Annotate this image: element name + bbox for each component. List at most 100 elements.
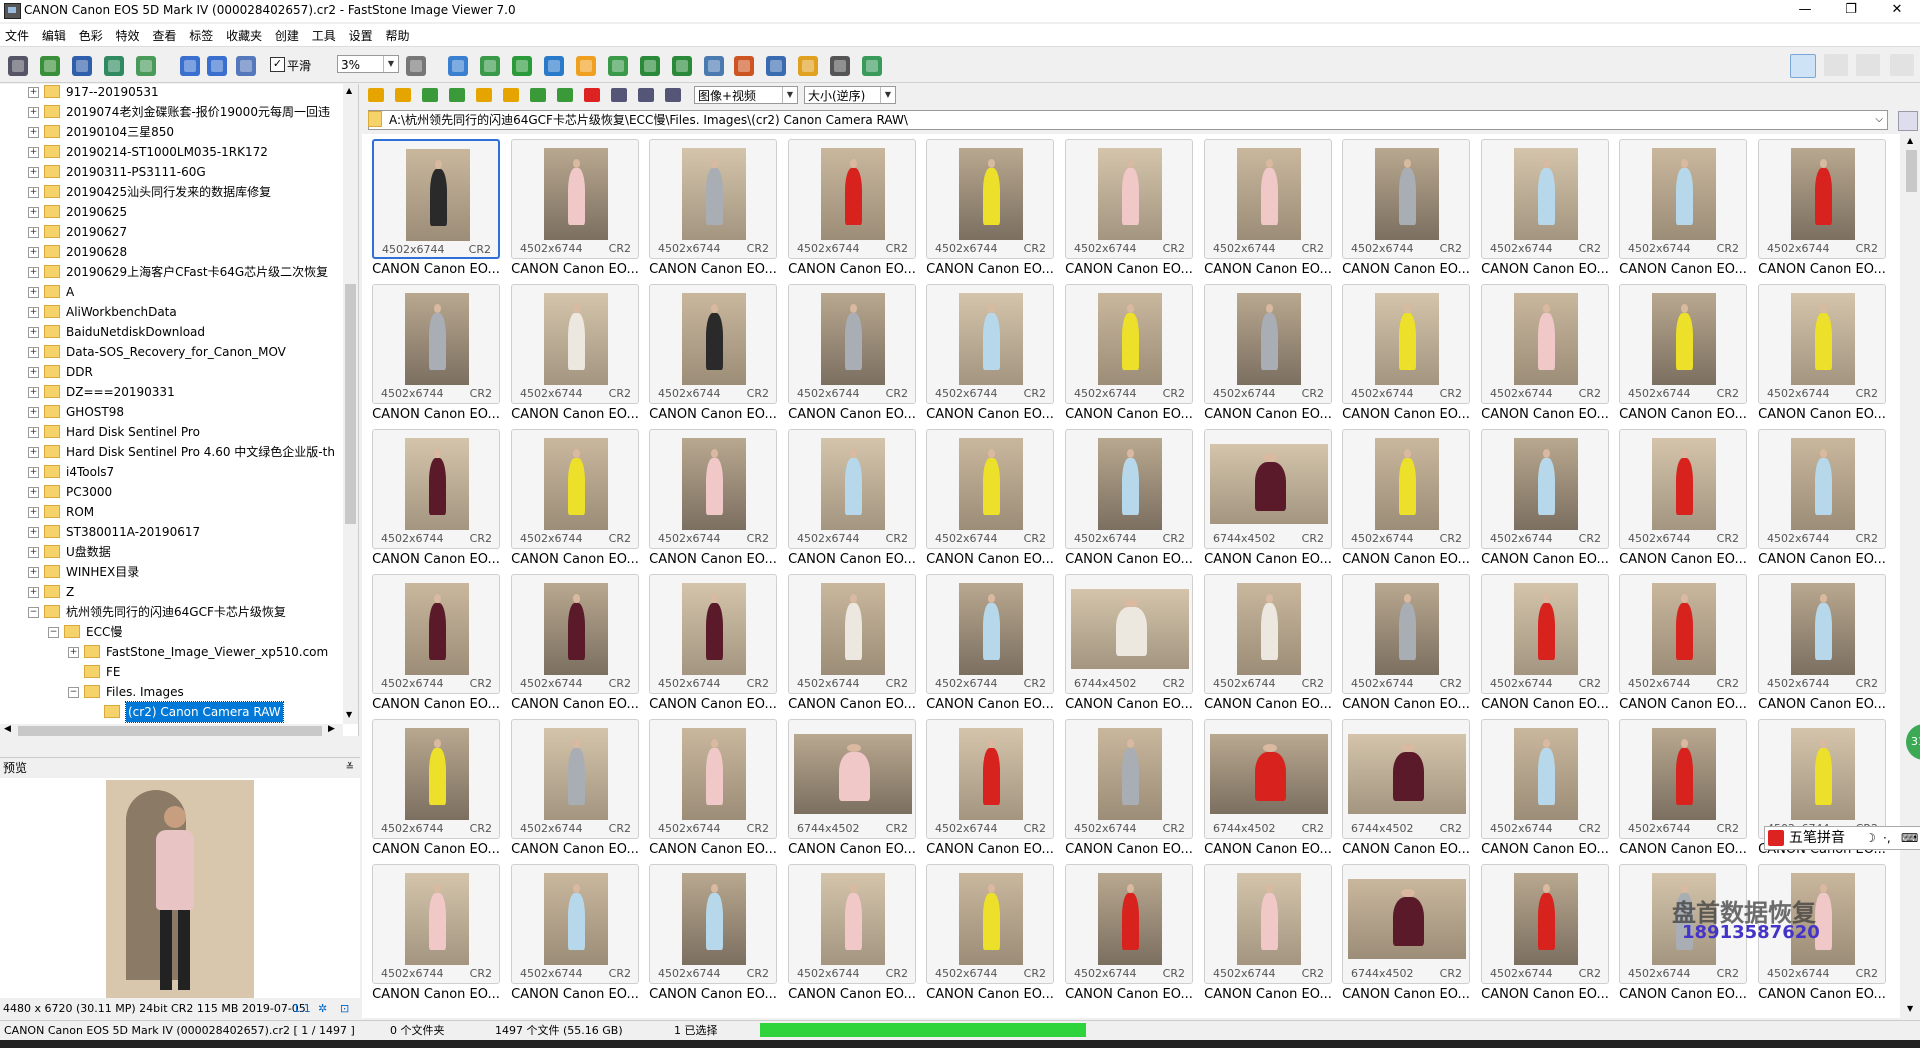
thumbnail-card[interactable]: 4502x6744 CR2	[511, 574, 639, 694]
tree-item[interactable]: +20190311-PS3111-60G	[0, 162, 343, 182]
expand-icon[interactable]: +	[28, 287, 39, 298]
expand-icon[interactable]: +	[28, 367, 39, 378]
tree-item[interactable]: + WINHEX目录	[0, 562, 343, 582]
color-icon[interactable]	[544, 56, 564, 76]
grid-scroll-thumb[interactable]	[1906, 150, 1917, 192]
fit-window-icon[interactable]: ⊡	[340, 1000, 349, 1018]
slideshow-icon[interactable]	[734, 56, 754, 76]
thumbnail-card[interactable]: 4502x6744 CR2	[1481, 574, 1609, 694]
thumbnail-item[interactable]: 4502x6744 CR2 CANON Canon EO...	[1481, 719, 1609, 861]
grid-icon[interactable]	[611, 88, 627, 102]
menu-tags[interactable]: 标签	[184, 24, 217, 44]
tree-item[interactable]: + Data-SOS_Recovery_for_Canon_MOV	[0, 342, 343, 362]
thumbnail-card[interactable]: 4502x6744 CR2	[372, 864, 500, 984]
thumbnail-item[interactable]: 4502x6744 CR2 CANON Canon EO...	[649, 574, 777, 716]
expand-icon[interactable]: +	[28, 547, 39, 558]
thumbnail-item[interactable]: 4502x6744 CR2 CANON Canon EO...	[1342, 284, 1470, 426]
thumbnail-item[interactable]: 6744x4502 CR2 CANON Canon EO...	[788, 719, 916, 861]
thumbnail-item[interactable]: 4502x6744 CR2 CANON Canon EO...	[372, 284, 500, 426]
delete-icon[interactable]	[584, 88, 600, 102]
thumbnail-item[interactable]: 4502x6744 CR2 CANON Canon EO...	[372, 574, 500, 716]
thumbnail-item[interactable]: 4502x6744 CR2 CANON Canon EO...	[649, 139, 777, 281]
zoom-in-icon[interactable]	[180, 56, 200, 76]
thumbnail-card[interactable]: 4502x6744 CR2	[1481, 284, 1609, 404]
thumbnail-item[interactable]: 4502x6744 CR2 CANON Canon EO...	[1758, 574, 1886, 716]
thumbnail-card[interactable]: 4502x6744 CR2	[649, 574, 777, 694]
tree-item[interactable]: + AliWorkbenchData	[0, 302, 343, 322]
resize-icon[interactable]	[480, 56, 500, 76]
list-view-icon[interactable]	[1824, 54, 1848, 76]
thumbnail-card[interactable]: 4502x6744 CR2	[1204, 864, 1332, 984]
thumbnail-card[interactable]: 4502x6744 CR2	[1481, 719, 1609, 839]
thumbnail-item[interactable]: 4502x6744 CR2 CANON Canon EO...	[511, 429, 639, 571]
thumbnail-card[interactable]: 4502x6744 CR2	[1619, 719, 1747, 839]
thumbnail-item[interactable]: 4502x6744 CR2 CANON Canon EO...	[1342, 429, 1470, 571]
crop-icon[interactable]	[512, 56, 532, 76]
thumbnail-card[interactable]: 6744x4502 CR2	[1204, 429, 1332, 549]
scroll-up-icon[interactable]: ▲	[346, 86, 352, 95]
expand-icon[interactable]: +	[68, 647, 79, 658]
expand-icon[interactable]: +	[28, 87, 39, 98]
thumbnail-card[interactable]: 4502x6744 CR2	[511, 864, 639, 984]
collapse-icon[interactable]: −	[48, 627, 59, 638]
thumbnail-card[interactable]: 4502x6744 CR2	[511, 284, 639, 404]
tree-item[interactable]: + ROM	[0, 502, 343, 522]
zoom-out-icon[interactable]	[207, 56, 227, 76]
thumbnail-item[interactable]: 4502x6744 CR2 CANON Canon EO...	[649, 864, 777, 1006]
tree-item[interactable]: +20190629上海客户CFast卡64G芯片级二次恢复	[0, 262, 343, 282]
thumbnail-item[interactable]: 4502x6744 CR2 CANON Canon EO...	[788, 139, 916, 281]
thumbnail-card[interactable]: 4502x6744 CR2	[1065, 139, 1193, 259]
compare-icon[interactable]	[704, 56, 724, 76]
thumbnail-card[interactable]: 4502x6744 CR2	[649, 429, 777, 549]
print-icon[interactable]	[830, 56, 850, 76]
tree-item[interactable]: + Hard Disk Sentinel Pro	[0, 422, 343, 442]
move-icon[interactable]	[557, 88, 573, 102]
expand-icon[interactable]: +	[28, 127, 39, 138]
thumbnail-item[interactable]: 4502x6744 CR2 CANON Canon EO...	[1481, 574, 1609, 716]
thumbnail-item[interactable]: 6744x4502 CR2 CANON Canon EO...	[1342, 719, 1470, 861]
thumbnail-item[interactable]: 4502x6744 CR2 CANON Canon EO...	[1065, 864, 1193, 1006]
address-bar[interactable]: A:\杭州领先同行的闪迪64GCF卡芯片级恢复\ECC慢\Files. Imag…	[368, 110, 1888, 130]
thumbnail-card[interactable]: 4502x6744 CR2	[372, 719, 500, 839]
effects-icon[interactable]	[862, 56, 882, 76]
thumbnail-item[interactable]: 6744x4502 CR2 CANON Canon EO...	[1204, 429, 1332, 571]
back-icon[interactable]	[368, 88, 384, 102]
thumbnail-item[interactable]: 4502x6744 CR2 CANON Canon EO...	[511, 139, 639, 281]
thumbnail-item[interactable]: 4502x6744 CR2 CANON Canon EO...	[649, 284, 777, 426]
scroll-down-icon[interactable]: ▼	[346, 710, 352, 719]
tree-item[interactable]: +917--20190531	[0, 84, 343, 102]
thumbnail-card[interactable]: 4502x6744 CR2	[1758, 429, 1886, 549]
thumbnail-card[interactable]: 4502x6744 CR2	[926, 719, 1054, 839]
thumbnail-view-icon[interactable]	[1790, 54, 1816, 78]
thumbnail-card[interactable]: 4502x6744 CR2	[1065, 284, 1193, 404]
thumbnail-card[interactable]: 4502x6744 CR2	[1758, 139, 1886, 259]
thumbnail-item[interactable]: 4502x6744 CR2 CANON Canon EO...	[1204, 284, 1332, 426]
scroll-left-icon[interactable]: ◀	[4, 724, 11, 734]
tree-scroll-thumb[interactable]	[345, 284, 356, 524]
thumbnail-card[interactable]: 4502x6744 CR2	[926, 864, 1054, 984]
zoom-ratio[interactable]: 1:1	[293, 1000, 311, 1018]
thumbnail-item[interactable]: 6744x4502 CR2 CANON Canon EO...	[1342, 864, 1470, 1006]
expand-icon[interactable]: +	[28, 187, 39, 198]
clipboard-icon[interactable]	[1898, 111, 1918, 131]
tree-vertical-scrollbar[interactable]: ▲ ▼	[343, 84, 358, 724]
draw-icon[interactable]	[766, 56, 786, 76]
thumbnail-card[interactable]: 4502x6744 CR2	[1204, 284, 1332, 404]
fit-icon[interactable]	[448, 56, 468, 76]
thumbnail-item[interactable]: 6744x4502 CR2 CANON Canon EO...	[1204, 719, 1332, 861]
filter-combo[interactable]: 图像+视频 ▼	[694, 86, 798, 104]
expand-icon[interactable]: +	[28, 247, 39, 258]
thumbnail-item[interactable]: 6744x4502 CR2 CANON Canon EO...	[1065, 574, 1193, 716]
thumbnail-card[interactable]: 4502x6744 CR2	[788, 429, 916, 549]
new-folder-icon[interactable]	[503, 88, 519, 102]
thumbnail-item[interactable]: 4502x6744 CR2 CANON Canon EO...	[1758, 139, 1886, 281]
thumbnail-item[interactable]: 4502x6744 CR2 CANON Canon EO...	[511, 284, 639, 426]
thumbnail-item[interactable]: 4502x6744 CR2 CANON Canon EO...	[926, 719, 1054, 861]
thumbnail-item[interactable]: 4502x6744 CR2 CANON Canon EO...	[1342, 574, 1470, 716]
tree-horizontal-scrollbar[interactable]: ◀ ▶	[0, 724, 343, 736]
brightness-icon[interactable]	[576, 56, 596, 76]
grid-vertical-scrollbar[interactable]: ▲ ▼	[1903, 134, 1920, 1018]
menu-view[interactable]: 查看	[147, 24, 180, 44]
expand-icon[interactable]: +	[28, 307, 39, 318]
keyboard-icon[interactable]: ⌨	[1901, 827, 1918, 849]
